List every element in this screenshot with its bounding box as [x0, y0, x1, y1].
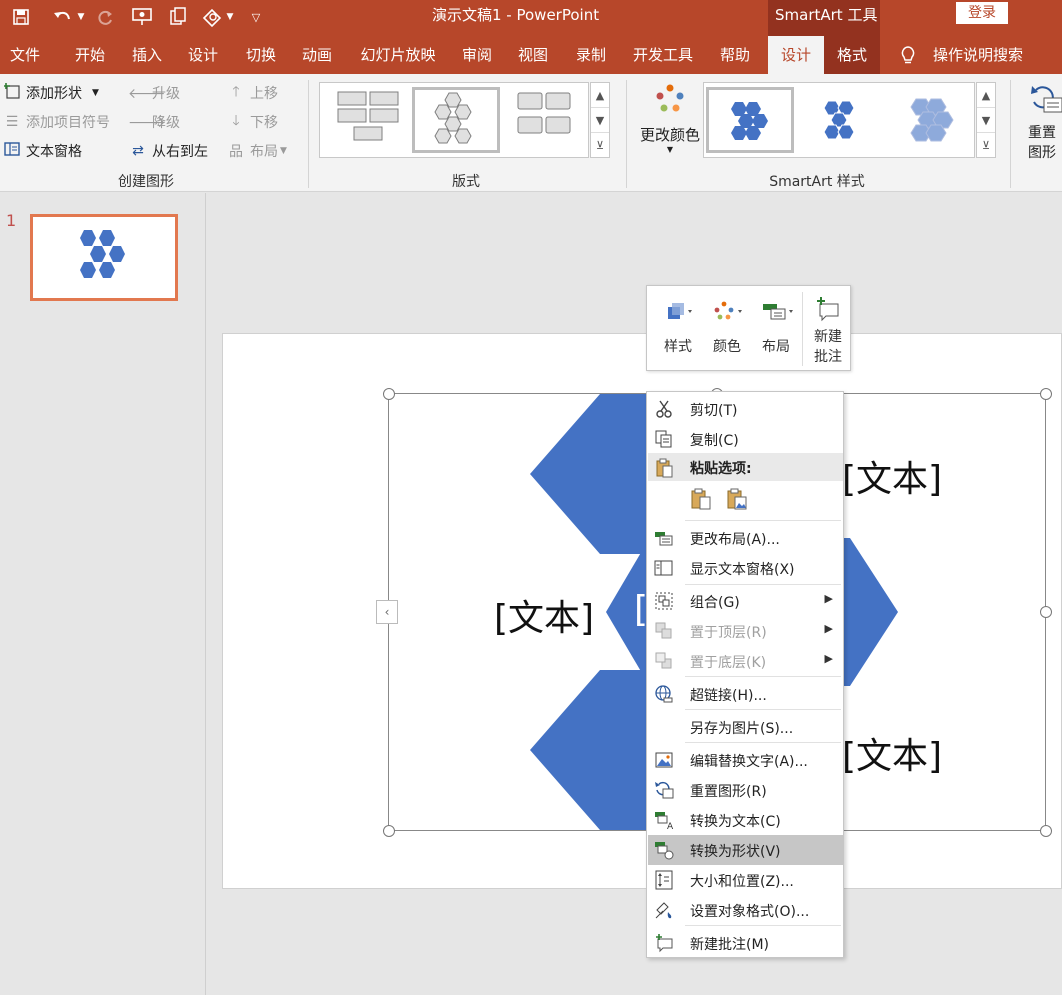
- menu-item-label: 复制(C): [690, 433, 739, 449]
- hyperlink-icon: [655, 685, 673, 703]
- menu-item-label: 重置图形(R): [690, 784, 767, 800]
- chevron-left-icon: ‹: [384, 605, 390, 619]
- menu-item-label: 粘贴选项:: [690, 461, 752, 477]
- context-menu: 剪切(T) 复制(C) 粘贴选项: 更改布局(A)... 显示文本窗格(X) 组…: [646, 391, 844, 958]
- new-comment-icon: [817, 297, 839, 322]
- paste-picture-icon: [727, 488, 747, 510]
- menu-separator: [685, 925, 841, 926]
- send-back-icon: [655, 652, 672, 669]
- menu-separator: [685, 520, 841, 521]
- text-pane-toggle[interactable]: ‹: [376, 600, 398, 624]
- placeholder-text-left[interactable]: [文本]: [494, 589, 594, 641]
- mini-style-button[interactable]: 样式: [653, 292, 703, 366]
- menu-item-label: 置于底层(K): [690, 655, 767, 671]
- menu-item-label: 超链接(H)...: [690, 688, 767, 704]
- placeholder-text-bottom-right[interactable]: [文本]: [842, 727, 942, 779]
- menu-item-label: 转换为文本(C): [690, 814, 781, 830]
- reset-graphic-icon: [655, 781, 674, 799]
- mini-new-comment-label-1: 新建: [814, 329, 842, 345]
- menu-item-label: 大小和位置(Z)...: [690, 874, 794, 890]
- mini-new-comment-button[interactable]: 新建 批注: [803, 292, 853, 366]
- menu-separator: [685, 584, 841, 585]
- style-icon: [668, 303, 692, 319]
- menu-item-size-and-position[interactable]: 大小和位置(Z)...: [648, 865, 843, 895]
- group-icon: [655, 592, 673, 610]
- format-object-icon: [655, 902, 672, 919]
- resize-handle-top-right[interactable]: [1040, 388, 1052, 400]
- size-position-icon: [655, 870, 673, 890]
- mini-style-label: 样式: [664, 339, 692, 355]
- mini-new-comment-label-2: 批注: [814, 349, 842, 365]
- menu-item-new-comment[interactable]: 新建批注(M): [648, 928, 843, 958]
- layout-icon: [763, 304, 793, 320]
- menu-item-copy[interactable]: 复制(C): [648, 424, 843, 454]
- menu-item-change-layout[interactable]: 更改布局(A)...: [648, 523, 843, 553]
- paste-picture-button[interactable]: [725, 487, 751, 513]
- menu-item-bring-to-front: 置于顶层(R) ▶: [648, 616, 843, 646]
- alt-text-icon: [655, 752, 673, 768]
- menu-item-label: 新建批注(M): [690, 937, 770, 953]
- mini-color-button[interactable]: 颜色: [702, 292, 752, 366]
- scissors-icon: [656, 400, 672, 418]
- menu-item-save-as-picture[interactable]: 另存为图片(S)...: [648, 712, 843, 742]
- comment-icon: [656, 934, 673, 953]
- mini-layout-button[interactable]: 布局: [751, 292, 801, 366]
- copy-icon: [655, 430, 672, 448]
- submenu-arrow-icon: ▶: [824, 622, 833, 635]
- paste-icon: [656, 458, 673, 478]
- convert-shapes-icon: [655, 842, 674, 860]
- layout-icon: [655, 532, 673, 546]
- menu-separator: [685, 742, 841, 743]
- menu-item-group[interactable]: 组合(G) ▶: [648, 586, 843, 616]
- mini-color-label: 颜色: [713, 339, 741, 355]
- paste-keep-source-button[interactable]: [689, 487, 715, 513]
- menu-separator: [685, 709, 841, 710]
- menu-item-hyperlink[interactable]: 超链接(H)...: [648, 679, 843, 709]
- menu-item-convert-to-text[interactable]: A 转换为文本(C): [648, 805, 843, 835]
- resize-handle-right[interactable]: [1040, 606, 1052, 618]
- convert-text-icon: A: [655, 812, 674, 830]
- menu-item-show-text-pane[interactable]: 显示文本窗格(X): [648, 553, 843, 583]
- menu-item-label: 转换为形状(V): [690, 844, 781, 860]
- menu-separator: [685, 676, 841, 677]
- menu-item-reset-graphic[interactable]: 重置图形(R): [648, 775, 843, 805]
- bring-front-icon: [655, 622, 672, 639]
- menu-item-label: 另存为图片(S)...: [690, 721, 794, 737]
- resize-handle-bottom-right[interactable]: [1040, 825, 1052, 837]
- resize-handle-top-left[interactable]: [383, 388, 395, 400]
- menu-item-label: 剪切(T): [690, 403, 738, 419]
- menu-item-edit-alt-text[interactable]: 编辑替换文字(A)...: [648, 745, 843, 775]
- placeholder-text-top-right[interactable]: [文本]: [842, 450, 942, 502]
- menu-header-paste-options: 粘贴选项:: [648, 453, 843, 481]
- menu-item-format-object[interactable]: 设置对象格式(O)...: [648, 895, 843, 925]
- menu-item-send-to-back: 置于底层(K) ▶: [648, 646, 843, 676]
- menu-item-label: 编辑替换文字(A)...: [690, 754, 808, 770]
- mini-layout-label: 布局: [762, 339, 790, 355]
- menu-item-label: 组合(G): [690, 595, 740, 611]
- svg-text:A: A: [667, 822, 674, 830]
- submenu-arrow-icon: ▶: [824, 652, 833, 665]
- menu-item-label: 更改布局(A)...: [690, 532, 780, 548]
- menu-item-cut[interactable]: 剪切(T): [648, 394, 843, 424]
- menu-item-label: 设置对象格式(O)...: [690, 904, 810, 920]
- resize-handle-bottom-left[interactable]: [383, 825, 395, 837]
- menu-item-label: 置于顶层(R): [690, 625, 767, 641]
- submenu-arrow-icon: ▶: [824, 592, 833, 605]
- color-icon: [714, 301, 742, 320]
- mini-toolbar: 样式 颜色 布局 新建 批注: [646, 285, 851, 371]
- paste-keep-source-icon: [691, 488, 711, 510]
- menu-item-convert-to-shapes[interactable]: 转换为形状(V): [648, 835, 843, 865]
- menu-item-label: 显示文本窗格(X): [690, 562, 795, 578]
- text-pane-icon: [654, 560, 673, 576]
